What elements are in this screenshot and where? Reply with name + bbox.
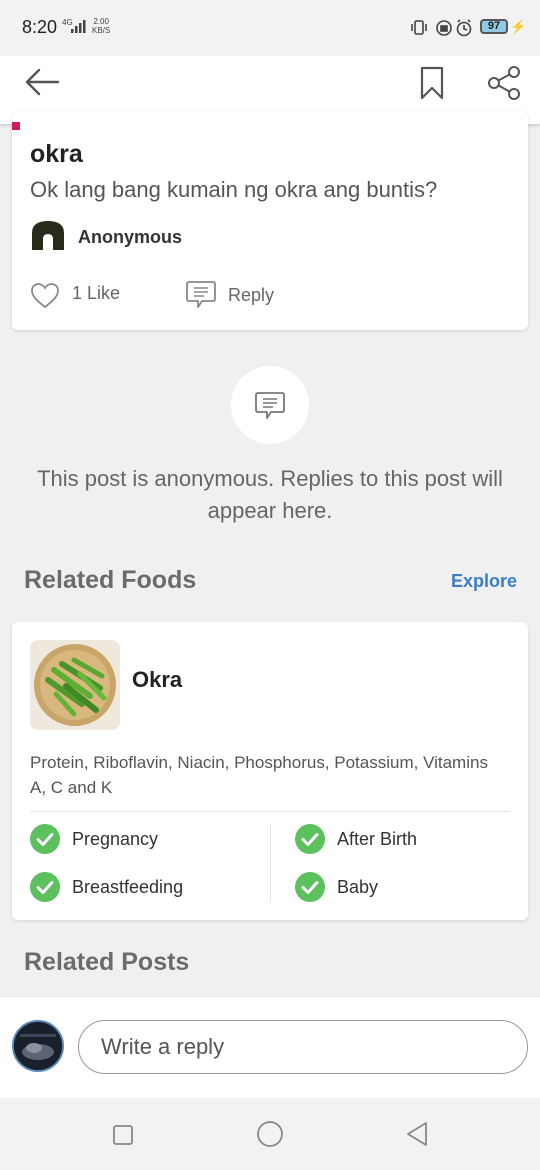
safety-pregnancy: Pregnancy <box>72 829 159 849</box>
user-photo <box>14 1022 62 1070</box>
related-foods-heading: Related Foods <box>24 566 197 594</box>
charging-icon: ⚡ <box>510 19 527 34</box>
check-icon <box>295 872 325 902</box>
battery-indicator: 97 <box>480 19 508 34</box>
speed-value: 2.00 <box>93 17 109 26</box>
back-arrow-icon[interactable] <box>24 68 60 96</box>
signal-icon <box>71 20 86 33</box>
share-icon[interactable] <box>486 65 522 101</box>
anonymous-notice: This post is anonymous. Replies to this … <box>37 466 503 523</box>
reply-button[interactable]: Reply <box>228 285 274 306</box>
back-triangle-icon[interactable] <box>404 1121 430 1147</box>
heart-icon[interactable] <box>30 282 60 309</box>
alarm-icon <box>456 19 472 37</box>
vibrate-icon <box>411 20 427 35</box>
related-posts-heading: Related Posts <box>24 948 190 976</box>
food-divider <box>30 811 510 812</box>
check-icon <box>30 872 60 902</box>
safety-after-birth: After Birth <box>337 829 418 849</box>
reply-bubble-icon[interactable] <box>185 279 217 309</box>
food-name: Okra <box>132 667 183 692</box>
data-saver-icon <box>436 20 452 36</box>
system-nav-bar <box>0 1098 540 1170</box>
status-icons <box>411 19 472 37</box>
safety-baby: Baby <box>337 877 379 897</box>
like-count[interactable]: 1 Like <box>72 283 120 304</box>
bookmark-icon[interactable] <box>420 66 444 100</box>
user-avatar[interactable] <box>12 1020 64 1072</box>
speed-unit: KB/S <box>92 26 111 35</box>
check-icon <box>295 824 325 854</box>
empty-replies-badge <box>231 366 309 444</box>
comment-icon <box>255 392 285 419</box>
post-category-marker <box>12 122 20 130</box>
recents-square-icon[interactable] <box>112 1124 134 1146</box>
post-body: Ok lang bang kumain ng okra ang buntis? <box>30 177 438 202</box>
post-title: okra <box>30 140 83 168</box>
okra-image <box>30 640 120 730</box>
safety-column-divider <box>270 824 271 902</box>
status-bar: 8:20 4G 2.00 KB/S 97 ⚡ <box>0 0 540 56</box>
safety-breastfeeding: Breastfeeding <box>72 877 184 897</box>
status-time: 8:20 <box>22 17 58 37</box>
anonymous-avatar-icon <box>32 221 64 250</box>
okra-basket-illustration <box>34 644 116 726</box>
reply-input[interactable] <box>78 1020 528 1074</box>
food-nutrients: Protein, Riboflavin, Niacin, Phosphorus,… <box>30 753 488 797</box>
network-speed: 2.00 KB/S <box>92 17 110 35</box>
check-icon <box>30 824 60 854</box>
post-author: Anonymous <box>78 227 183 247</box>
home-circle-icon[interactable] <box>256 1120 284 1148</box>
explore-link[interactable]: Explore <box>451 571 517 592</box>
